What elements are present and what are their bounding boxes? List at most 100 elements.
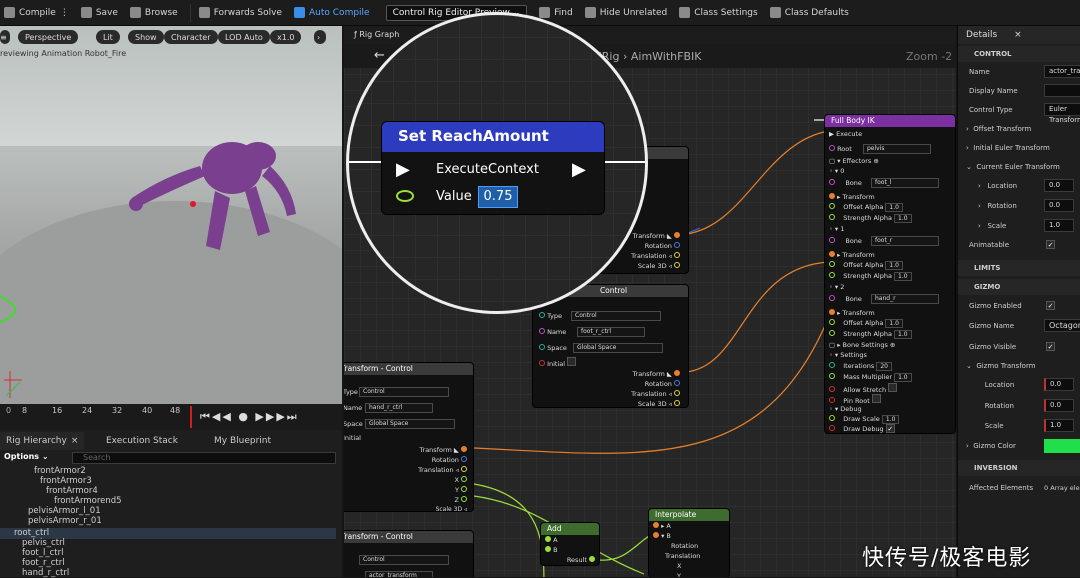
gizmo-visible-checkbox[interactable]: ✓ <box>1046 342 1055 351</box>
value-field[interactable]: 1.0 <box>881 415 900 424</box>
output-pin-scale[interactable]: Scale 3D ◃ <box>638 399 680 407</box>
value-field[interactable]: 1.0 <box>894 272 912 281</box>
name-select[interactable]: hand_r_ctrl <box>365 403 433 413</box>
value-input[interactable]: 0.75 <box>478 186 518 208</box>
root-pin[interactable]: Root <box>829 144 852 154</box>
output-pin-x[interactable]: X <box>454 475 467 485</box>
type-select[interactable]: Control <box>359 387 449 397</box>
animatable-checkbox[interactable]: ✓ <box>1046 240 1055 249</box>
display-name-field[interactable] <box>1044 84 1080 97</box>
pin-root-checkbox[interactable] <box>871 394 881 403</box>
draw-debug-pin[interactable]: Draw Debug ✓ <box>829 424 895 433</box>
transform-pin-2[interactable]: ▸ Transform <box>829 308 875 318</box>
output-pin-translation[interactable]: Translation ◃ <box>631 389 680 399</box>
value-field[interactable]: 1.0 <box>885 319 903 328</box>
rotation-x-field[interactable]: 0.0 <box>1044 199 1074 212</box>
bone-select-2[interactable]: hand_r <box>871 294 939 304</box>
close-icon[interactable]: × <box>1014 30 1022 40</box>
tree-item[interactable]: foot_l_ctrl <box>22 548 63 558</box>
root-select[interactable]: pelvis <box>863 144 931 154</box>
offset-alpha-1[interactable]: Offset Alpha 1.0 <box>829 260 903 270</box>
output-pin-z[interactable]: Z <box>454 495 467 505</box>
tree-item[interactable]: root_ctrl <box>14 528 49 538</box>
gizmo-scale-x-field[interactable]: 1.0 <box>1044 419 1074 432</box>
playhead[interactable] <box>190 406 192 428</box>
gizmo-scale-row[interactable]: Scale <box>978 416 1004 436</box>
gizmo-transform-row[interactable]: ⌄ Gizmo Transform <box>966 356 1036 376</box>
debug-pin[interactable]: ◦ ▾ Debug <box>829 404 862 414</box>
gizmo-enabled-checkbox[interactable]: ✓ <box>1046 301 1055 310</box>
class-defaults-button[interactable]: Class Defaults <box>769 7 849 18</box>
space-select[interactable]: Global Space <box>573 343 663 353</box>
mass-mult-pin[interactable]: Mass Multiplier 1.0 <box>829 372 912 382</box>
output-pin-transform[interactable]: Transform ◣ <box>420 445 467 455</box>
current-euler-row[interactable]: ⌄ Current Euler Transform <box>966 157 1060 177</box>
scale-row[interactable]: › Scale <box>978 216 1006 236</box>
browse-button[interactable]: Browse <box>129 7 178 18</box>
draw-scale-pin[interactable]: Draw Scale 1.0 <box>829 414 900 424</box>
tab-execution-stack[interactable]: Execution Stack <box>100 432 184 450</box>
settings-pin[interactable]: ◦ ▾ Settings <box>829 350 867 360</box>
gizmo-name-select[interactable]: Octagon <box>1044 319 1080 332</box>
gizmo-rotation-row[interactable]: Rotation <box>978 396 1014 416</box>
compile-button[interactable]: Compile ⋮ <box>4 7 69 18</box>
pin-x[interactable]: X <box>677 561 681 571</box>
bone-select-1[interactable]: foot_r <box>871 236 939 246</box>
tab-my-blueprint[interactable]: My Blueprint <box>208 432 277 450</box>
value-field[interactable]: 1.0 <box>885 261 903 270</box>
exec-input-icon[interactable]: ▶ <box>396 159 410 180</box>
tree-item[interactable]: frontArmorend5 <box>54 496 122 506</box>
forwards-solve-button[interactable]: Forwards Solve <box>198 7 282 18</box>
close-icon[interactable]: × <box>71 436 79 446</box>
output-pin-translation[interactable]: Translation ◃ <box>418 465 467 475</box>
node-control-c[interactable]: Transform - Control Type Control Name ha… <box>344 362 474 512</box>
strength-alpha-1[interactable]: Strength Alpha 1.0 <box>829 271 912 281</box>
value-pin-icon[interactable] <box>396 190 414 202</box>
pin-y[interactable]: Y <box>677 571 681 577</box>
name-select[interactable]: foot_r_ctrl <box>577 327 645 337</box>
node-control-b[interactable]: Control Type Control Name foot_r_ctrl Sp… <box>532 284 689 408</box>
type-pin[interactable]: Type <box>539 311 562 321</box>
strength-alpha-2[interactable]: Strength Alpha 1.0 <box>829 329 912 339</box>
section-inversion[interactable]: INVERSION <box>958 460 1080 476</box>
rotation-row[interactable]: › Rotation <box>978 196 1017 216</box>
value-field[interactable]: 20 <box>876 362 892 371</box>
space-select[interactable]: Global Space <box>365 419 455 429</box>
class-settings-button[interactable]: Class Settings <box>679 7 758 18</box>
value-field[interactable]: 1.0 <box>894 214 912 223</box>
value-field[interactable]: 1.0 <box>885 203 903 212</box>
control-type-select[interactable]: Euler Transform <box>1044 103 1080 124</box>
space-pin[interactable]: Space <box>539 343 567 353</box>
section-gizmo[interactable]: GIZMO <box>958 279 1080 295</box>
initial-euler-row[interactable]: › Initial Euler Transform <box>966 138 1050 158</box>
section-limits[interactable]: LIMITS <box>958 260 1080 276</box>
tree-item[interactable]: frontArmor4 <box>46 486 98 496</box>
allow-stretch-checkbox[interactable] <box>888 383 898 392</box>
output-pin-transform[interactable]: Transform ◣ <box>633 369 680 379</box>
preview-viewport[interactable]: ≡ Perspective Lit Show Character LOD Aut… <box>0 26 342 404</box>
name-select[interactable]: actor_transform <box>365 571 433 577</box>
tree-item[interactable]: pelvisArmor_r_01 <box>28 516 102 526</box>
execute-pin[interactable]: ▶ Execute <box>829 129 862 139</box>
type-select[interactable]: Control <box>359 555 449 565</box>
tree-item[interactable]: pelvisArmor_l_01 <box>28 506 101 516</box>
effectors-pin[interactable]: ▢ ▾ Effectors ⊕ <box>829 156 879 166</box>
location-x-field[interactable]: 0.0 <box>1044 179 1074 192</box>
pin-root-pin[interactable]: Pin Root <box>829 394 881 405</box>
name-field[interactable]: actor_transform <box>1044 65 1080 78</box>
output-pin-rotation[interactable]: Rotation <box>645 241 680 251</box>
pin-rotation[interactable]: Rotation <box>671 541 698 551</box>
output-pin-rotation[interactable]: Rotation <box>645 379 680 389</box>
name-pin[interactable]: Name <box>344 403 362 413</box>
draw-debug-checkbox[interactable]: ✓ <box>885 424 895 433</box>
tree-item[interactable]: frontArmor3 <box>40 476 92 486</box>
gizmo-color-swatch[interactable] <box>1044 439 1080 453</box>
offset-alpha-2[interactable]: Offset Alpha 1.0 <box>829 318 903 328</box>
output-pin-scale[interactable]: Scale 3D ◃ <box>638 261 680 271</box>
type-select[interactable]: Control <box>571 311 661 321</box>
output-pin-y[interactable]: Y <box>455 485 467 495</box>
output-pin-scale[interactable]: Scale 3D ◃ <box>436 505 467 511</box>
tab-details[interactable]: Details × <box>966 30 1022 40</box>
tree-item[interactable]: foot_r_ctrl <box>22 558 65 568</box>
gizmo-location-row[interactable]: Location <box>978 375 1015 395</box>
